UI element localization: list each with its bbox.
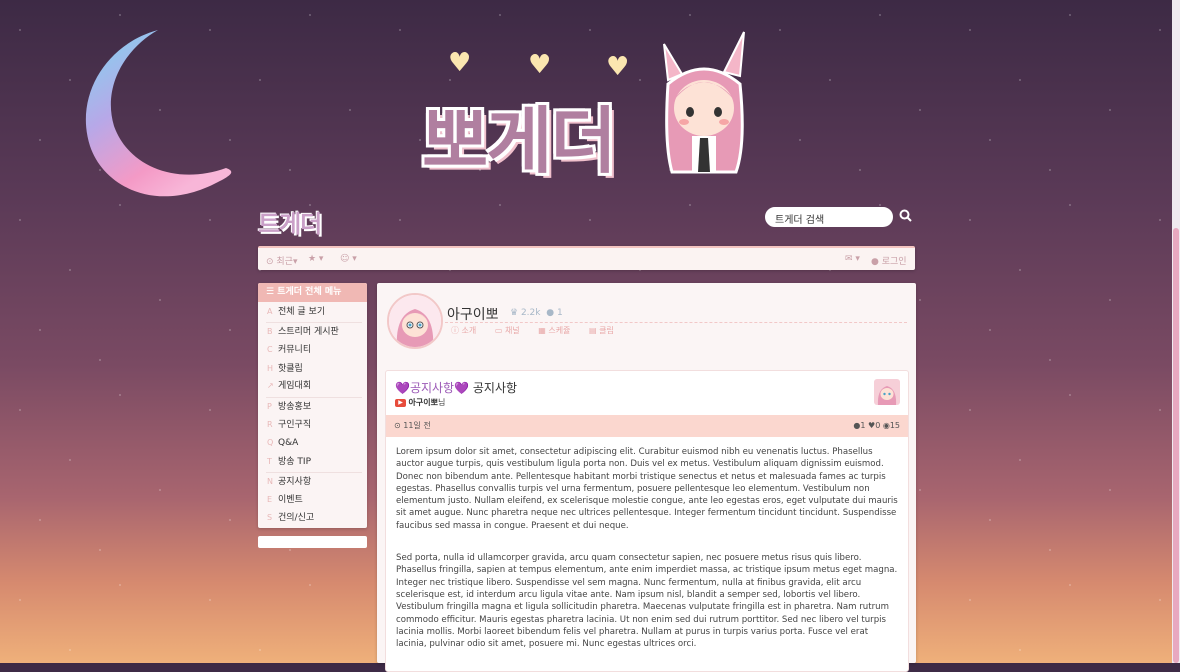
sidebar-item-jobs[interactable]: R 구인구직 — [258, 416, 367, 433]
view-count: 15 — [889, 421, 900, 430]
shortcut-key: E — [267, 495, 273, 504]
channel-link-schedule[interactable]: ▦ 스케쥴 — [538, 326, 578, 335]
emoji-dropdown-icon[interactable]: ☺ ▾ — [340, 254, 357, 264]
channel-avatar[interactable] — [387, 293, 443, 349]
heart-icon: ♥ — [606, 52, 630, 82]
shortcut-key: B — [267, 327, 273, 336]
main-content: 아구이뽀 ♛ 2.2k ● 1 ⓘ 소개 ▭ 채널 ▦ 스케쥴 ▤ 클립 💜공지… — [377, 283, 916, 672]
members-count: 1 — [556, 308, 563, 318]
post-paragraph: Sed porta, nulla id ullamcorper gravida,… — [396, 553, 898, 650]
recent-label: 최근 — [276, 257, 293, 267]
sidebar-item-report[interactable]: S 건의/신고 — [258, 509, 367, 526]
sidebar-item-qna[interactable]: Q Q&A — [258, 434, 367, 451]
post-title-text: 공지사항 — [472, 381, 518, 395]
scrollbar-thumb[interactable] — [1173, 228, 1179, 663]
shortcut-key: A — [267, 307, 273, 316]
followers-icon: ♛ — [510, 308, 519, 318]
mascot-illustration — [663, 31, 745, 174]
shortcut-key: C — [267, 345, 273, 354]
sidebar-widget — [258, 536, 367, 548]
channel-link-channel[interactable]: ▭ 채널 — [495, 326, 528, 335]
sidebar-item-label: 방송홍보 — [278, 402, 312, 412]
sidebar-header[interactable]: ☰ 트게더 전체 메뉴 — [258, 283, 367, 302]
camera-icon: ▶ — [395, 398, 406, 407]
shortcut-key: R — [267, 420, 273, 429]
sidebar-item-label: 이벤트 — [278, 495, 303, 505]
post-title[interactable]: 💜공지사항💜 공지사항 — [395, 379, 517, 396]
sidebar-item-streamer-board[interactable]: B 스트리머 게시판 — [258, 323, 367, 340]
link-label: 클립 — [599, 326, 614, 335]
comment-count: 1 — [860, 421, 866, 430]
sidebar-item-label: 전체 글 보기 — [278, 307, 326, 317]
external-link-icon: ↗ — [267, 381, 274, 390]
followers-count: 2.2k — [520, 308, 541, 318]
sidebar-item-hot-clip[interactable]: H 핫클립 — [258, 360, 367, 377]
post-body: Lorem ipsum dolor sit amet, consectetur … — [396, 446, 898, 670]
mail-dropdown-icon[interactable]: ✉ ▾ — [845, 254, 860, 264]
sidebar-item-label: 스트리머 게시판 — [278, 327, 339, 337]
post-counts: ●1 ♥0 ◉15 — [853, 415, 900, 437]
sidebar-item-label: 구인구직 — [278, 420, 312, 430]
sidebar-item-community[interactable]: C 커뮤니티 — [258, 341, 367, 358]
channel-name[interactable]: 아구이뽀 — [447, 304, 499, 324]
star-dropdown-icon[interactable]: ★ ▾ — [308, 254, 323, 264]
recent-dropdown[interactable]: ⊙ 최근▾ — [266, 254, 298, 267]
avatar-illustration — [389, 295, 441, 347]
sidebar-item-event[interactable]: E 이벤트 — [258, 491, 367, 508]
sidebar-menu: ☰ 트게더 전체 메뉴 A 전체 글 보기 B 스트리머 게시판 C 커뮤니티 H 핫클… — [258, 283, 367, 528]
shortcut-key: T — [267, 457, 272, 466]
members-icon: ● — [546, 308, 555, 318]
divider — [445, 322, 907, 323]
post-paragraph: Lorem ipsum dolor sit amet, consectetur … — [396, 447, 898, 531]
post-date: ⊙ 11일 전 — [394, 421, 431, 430]
search-input[interactable]: 트게더 검색 — [765, 207, 893, 227]
login-link[interactable]: ● 로그인 — [871, 254, 907, 267]
shortcut-key: S — [267, 513, 273, 522]
login-label: 로그인 — [881, 257, 907, 267]
author-suffix: 님 — [438, 398, 446, 407]
channel-stats: ♛ 2.2k ● 1 — [510, 308, 563, 318]
sidebar-item-label: 핫클립 — [278, 364, 303, 374]
heart-icon: ♥ — [448, 48, 472, 78]
shortcut-key: P — [267, 402, 272, 411]
sidebar-item-label: 게임대회 — [278, 381, 312, 391]
post-card: 💜공지사항💜 공지사항 ▶ 아구이뽀님 ⊙ 11일 전 ●1 ♥0 ◉15 Lo… — [385, 370, 909, 672]
post-author[interactable]: ▶ 아구이뽀님 — [395, 397, 445, 408]
link-label: 스케쥴 — [548, 326, 571, 335]
sidebar-item-label: Q&A — [278, 438, 299, 448]
search-icon[interactable] — [899, 209, 915, 225]
eye-icon: ◉ — [882, 421, 890, 430]
sidebar-item-tournament[interactable]: ↗ 게임대회 — [258, 377, 367, 394]
site-logo[interactable]: ♥ ♥ ♥ 뽀게더 — [418, 24, 753, 184]
date-text: 11일 전 — [403, 421, 431, 430]
heart-icon: ♥ — [528, 50, 552, 80]
post-category: 💜공지사항💜 — [395, 381, 470, 395]
sidebar-item-tips[interactable]: T 방송 TIP — [258, 453, 367, 470]
sidebar-item-promotion[interactable]: P 방송홍보 — [258, 398, 367, 415]
channel-link-clip[interactable]: ▤ 클립 — [589, 326, 622, 335]
author-name: 아구이뽀 — [408, 398, 438, 407]
shortcut-key: Q — [267, 438, 274, 447]
channel-link-intro[interactable]: ⓘ 소개 — [451, 326, 484, 335]
like-count: 0 — [875, 421, 881, 430]
post-meta-bar: ⊙ 11일 전 ●1 ♥0 ◉15 — [386, 415, 908, 437]
sidebar-item-label: 방송 TIP — [278, 457, 312, 467]
sidebar-item-label: 건의/신고 — [278, 513, 315, 523]
link-label: 소개 — [461, 326, 477, 335]
link-label: 채널 — [504, 326, 520, 335]
top-navbar: ⊙ 최근▾ ★ ▾ ☺ ▾ ✉ ▾ ● 로그인 — [258, 246, 915, 270]
sidebar-item-label: 커뮤니티 — [278, 345, 312, 355]
sub-logo[interactable]: 트게더 — [258, 204, 322, 239]
shortcut-key: N — [267, 477, 273, 486]
channel-links: ⓘ 소개 ▭ 채널 ▦ 스케쥴 ▤ 클립 — [451, 325, 630, 336]
sidebar-item-all-posts[interactable]: A 전체 글 보기 — [258, 303, 367, 320]
logo-text: 뽀게더 — [422, 99, 617, 183]
sidebar-item-notice[interactable]: N 공지사항 — [258, 473, 367, 490]
sidebar-header-label: 트게더 전체 메뉴 — [277, 287, 342, 297]
sidebar-item-label: 공지사항 — [278, 477, 312, 487]
moon-decoration — [85, 30, 232, 197]
author-thumbnail[interactable] — [874, 379, 900, 405]
shortcut-key: H — [267, 364, 274, 373]
page-scrollbar[interactable] — [1172, 0, 1180, 663]
